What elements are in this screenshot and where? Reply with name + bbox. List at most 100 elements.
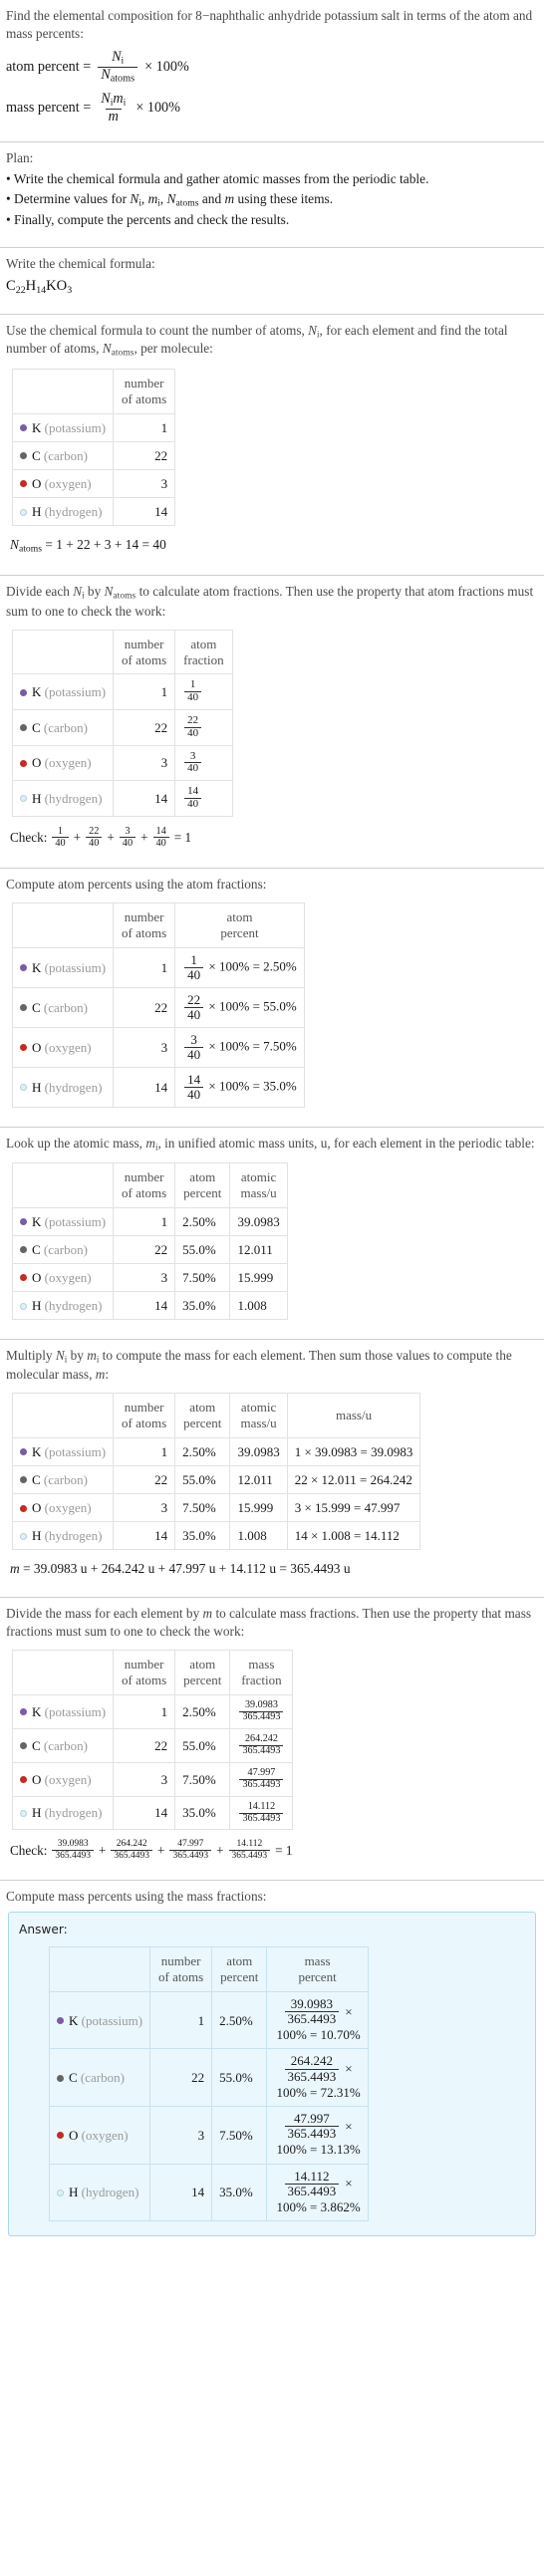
count-H: 14 [113, 780, 176, 817]
header-atom-percent: atom percent [174, 1161, 231, 1208]
mass-fraction-H: 14.112 365.4493 [229, 1795, 294, 1831]
molecular-mass-section: Multiply Ni by mi to compute the mass fo… [0, 1340, 544, 1597]
atom-percent-prompt: Compute atom percents using the atom fra… [6, 876, 267, 892]
header-element-blank [11, 1161, 115, 1208]
header-element-blank [48, 1946, 151, 1992]
element-cell-H: H (hydrogen) [11, 1066, 115, 1109]
mass-fraction-K: 39.0983 365.4493 [229, 1693, 294, 1729]
mass-percent-prompt: Compute mass percents using the mass fra… [6, 1888, 267, 1904]
element-color-dot-K [20, 688, 27, 696]
atomic-mass-prompt: Look up the atomic mass, mi, in unified … [6, 1136, 535, 1153]
atomic-mass-C: 12.011 [229, 1464, 288, 1495]
mass-percent-table: number of atoms atom percent mass percent K… [48, 1946, 369, 2222]
check-result: = 1 [275, 1842, 293, 1858]
element-cell-O: O (oxygen) [11, 744, 115, 782]
atom-percent-C: 55.0% [174, 1727, 231, 1763]
fraction-K: 1 40 [174, 673, 233, 711]
element-color-dot-K [57, 2017, 64, 2025]
atom-percent-O: 7.50% [211, 2106, 268, 2165]
element-cell-H: H (hydrogen) [11, 1795, 115, 1831]
element-cell-C: C (carbon) [11, 1727, 115, 1763]
table-header-row: number of atoms atom percent atomic mass/u … [11, 1393, 421, 1438]
atom-percent-fraction: Ni Natoms [98, 49, 138, 85]
element-color-dot-C [20, 1476, 27, 1484]
atomic-mass-C: 12.011 [229, 1234, 288, 1264]
element-color-dot-H [20, 508, 27, 516]
atomic-mass-H: 1.008 [229, 1291, 288, 1321]
total-atoms-equation: Natoms = 1 + 22 + 3 + 14 = 40 [10, 537, 166, 555]
count-C: 22 [113, 1727, 176, 1763]
element-cell-C: C (carbon) [11, 440, 115, 470]
atomic-mass-table: number of atoms atom percent atomic mass/u … [11, 1161, 288, 1321]
problem-statement-section: Find the elemental composition for 8−nap… [0, 0, 544, 141]
table-row: C (carbon) 22 55.0% 12.011 22 × 12.011 =… [11, 1464, 421, 1495]
fraction-C: 22 40 [174, 709, 233, 746]
element-cell-C: C (carbon) [11, 1464, 115, 1495]
solution-page: Find the elemental composition for 8−nap… [0, 0, 544, 2238]
element-color-dot-K [20, 1448, 27, 1456]
table-header-row: number of atoms atom percent mass percent [48, 1946, 369, 1992]
table-row: C (carbon) 22 22 40 × 100% = 55.0% [11, 986, 305, 1028]
element-cell-K: K (potassium) [11, 412, 115, 442]
mass-fraction-section: Divide the mass for each element by m to… [0, 1598, 544, 1880]
atom-percent-H: 35.0% [211, 2163, 268, 2222]
table-row: H (hydrogen) 14 35.0% 1.008 [11, 1291, 288, 1321]
table-row: H (hydrogen) 14 14 40 [11, 780, 233, 817]
mass-percent-C: 264.242 365.4493 × 100% = 72.31% [266, 2048, 369, 2108]
atom-percent-H: 14 40 × 100% = 35.0% [174, 1066, 305, 1109]
check-result: = 1 [173, 829, 192, 845]
table-row: H (hydrogen) 14 35.0% 1.008 14 × 1.008 =… [11, 1521, 421, 1551]
element-cell-H: H (hydrogen) [11, 1291, 115, 1321]
mass-percent-H: 14.112 365.4493 × 100% = 3.862% [266, 2163, 369, 2222]
count-K: 1 [113, 412, 176, 442]
element-color-dot-O [20, 1274, 27, 1282]
table-row: K (potassium) 1 2.50% 39.0983 365.4493 × 1… [48, 1990, 369, 2050]
fraction-O: 3 40 [174, 744, 233, 782]
mass-percent-section: Compute mass percents using the mass fra… [0, 1881, 544, 2238]
element-cell-O: O (oxygen) [48, 2106, 151, 2165]
table-row: O (oxygen) 3 7.50% 47.997 365.4493 [11, 1761, 294, 1797]
count-atoms-section: Use the chemical formula to count the nu… [0, 315, 544, 576]
table-row: O (oxygen) 3 3 40 [11, 744, 233, 782]
element-color-dot-C [20, 724, 27, 732]
atom-count-rows: K (potassium) 1 C (carbon) 22 O (oxygen)… [11, 412, 176, 527]
atom-count-table: number of atoms K (potassium) 1 C (carbon… [11, 368, 176, 527]
element-color-dot-O [20, 480, 27, 488]
element-color-dot-C [57, 2074, 64, 2082]
atom-percent-numerator: Ni [112, 49, 125, 67]
element-color-dot-H [57, 2189, 64, 2196]
element-color-dot-O [20, 1504, 27, 1512]
mass-fraction-C: 264.242 365.4493 [229, 1727, 294, 1763]
atom-percent-C: 55.0% [174, 1234, 231, 1264]
atom-percent-label: atom percent = [6, 59, 92, 76]
count-K: 1 [149, 1990, 213, 2050]
header-element-blank [11, 629, 115, 675]
table-row: O (oxygen) 3 7.50% 15.999 [11, 1262, 288, 1293]
element-cell-K: K (potassium) [11, 946, 115, 988]
formula-K: K [46, 277, 57, 294]
table-row: K (potassium) 1 2.50% 39.0983 1 × 39.098… [11, 1436, 421, 1466]
header-element-blank [11, 368, 115, 414]
table-row: K (potassium) 1 1 40 [11, 673, 233, 711]
header-mass-fraction: mass fraction [229, 1650, 294, 1695]
plan-item-2: • Determine values for Ni, mi, Natoms an… [6, 190, 334, 209]
atom-percent-denominator: Natoms [98, 67, 138, 85]
mass-expr-O: 3 × 15.999 = 47.997 [286, 1493, 421, 1523]
mass-fraction-check: Check: 39.0983 365.4493 + 264.242 365.4493… [10, 1839, 293, 1861]
header-element-blank [11, 902, 115, 948]
mass-fraction-rows: K (potassium) 1 2.50% 39.0983 365.4493 C … [11, 1693, 294, 1831]
table-row: C (carbon) 22 22 40 [11, 709, 233, 746]
element-cell-C: C (carbon) [11, 1234, 115, 1264]
count-H: 14 [113, 1066, 176, 1109]
count-H: 14 [113, 496, 176, 527]
element-cell-C: C (carbon) [11, 709, 115, 746]
element-color-dot-K [20, 1218, 27, 1226]
atom-percent-O: 7.50% [174, 1262, 231, 1293]
atom-fraction-check: Check: 1 40 + 22 40 + 3 40 + 14 40 = 1 [10, 825, 192, 849]
element-color-dot-K [20, 1708, 27, 1716]
element-color-dot-C [20, 1742, 27, 1750]
count-prompt: Use the chemical formula to count the nu… [6, 322, 508, 359]
answer-box: Answer: number of atoms atom percent mass p… [8, 1912, 536, 2237]
header-number-of-atoms: number of atoms [113, 368, 176, 414]
mass-percent-definition: mass percent = Nimi m × 100% [6, 91, 538, 125]
